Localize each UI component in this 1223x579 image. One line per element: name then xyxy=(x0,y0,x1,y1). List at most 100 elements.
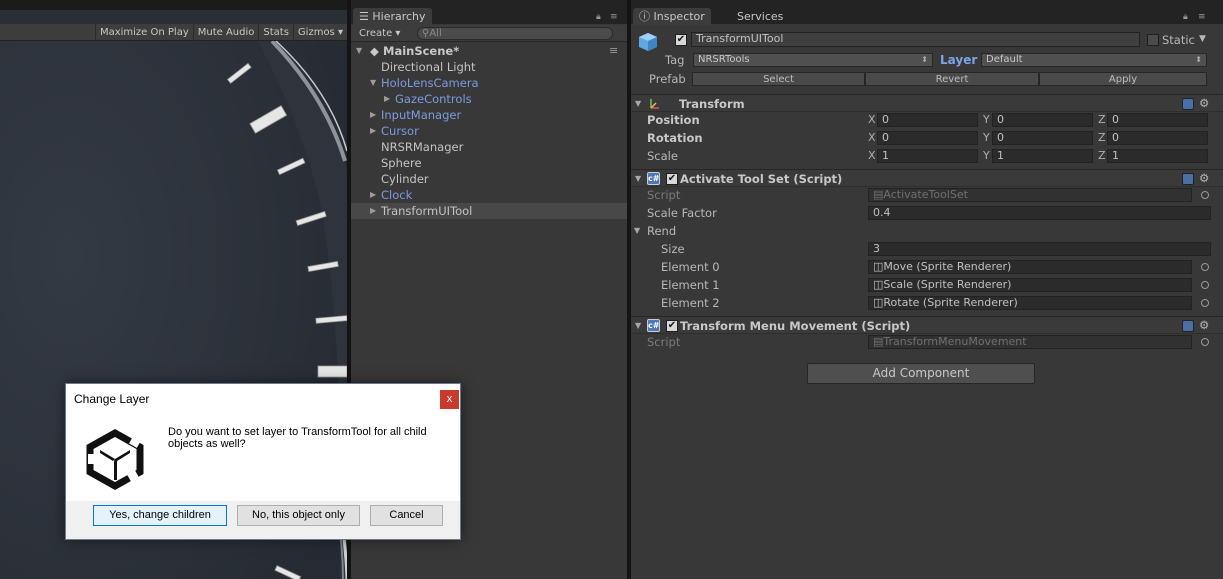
help-book-icon[interactable] xyxy=(1182,98,1194,110)
yes-change-children-button[interactable]: Yes, change children xyxy=(93,505,227,526)
script-row: Script ▤ActivateToolSet xyxy=(631,186,1223,204)
no-this-object-only-button[interactable]: No, this object only xyxy=(237,505,360,526)
dialog-title-bar[interactable]: Change Layer x xyxy=(66,384,460,414)
hierarchy-item[interactable]: NRSRManager xyxy=(351,139,627,155)
transform-component-header[interactable]: ▼ Transform ⚙ xyxy=(631,94,1223,112)
hierarchy-item[interactable]: ▼ HoloLensCamera xyxy=(351,75,627,91)
panel-menu-icon[interactable]: ≡ xyxy=(1198,12,1206,22)
z-value-field[interactable]: 1 xyxy=(1107,149,1208,163)
foldout-arrow-icon[interactable]: ▶ xyxy=(370,107,376,123)
foldout-arrow-icon[interactable]: ▼ xyxy=(634,222,640,240)
object-picker-icon[interactable] xyxy=(1201,281,1209,289)
object-picker-icon[interactable] xyxy=(1201,263,1209,271)
hierarchy-item-label: Sphere xyxy=(381,156,422,170)
hierarchy-item[interactable]: ▶ Clock xyxy=(351,187,627,203)
script-object-field: ▤ActivateToolSet xyxy=(868,188,1192,202)
tab-inspector[interactable]: ⓘ Inspector xyxy=(633,8,711,25)
tab-services[interactable]: Services xyxy=(731,8,789,25)
y-axis-label[interactable]: Y xyxy=(983,111,990,129)
sprite-renderer-object-field[interactable]: ◫Scale (Sprite Renderer) xyxy=(868,278,1192,292)
gizmos-toggle[interactable]: Gizmos ▾ xyxy=(292,23,347,41)
gear-icon[interactable]: ⚙ xyxy=(1199,316,1209,334)
hierarchy-search-input[interactable]: ⚲All xyxy=(417,27,613,40)
hierarchy-item[interactable]: ▶ Cursor xyxy=(351,123,627,139)
z-axis-label[interactable]: Z xyxy=(1098,129,1106,147)
gear-icon[interactable]: ⚙ xyxy=(1199,94,1209,112)
script-row: Script ▤TransformMenuMovement xyxy=(631,333,1223,351)
object-picker-icon xyxy=(1201,338,1209,346)
chevron-down-icon[interactable]: ▼ xyxy=(1199,30,1206,48)
mute-audio-toggle[interactable]: Mute Audio xyxy=(192,23,259,41)
x-value-field[interactable]: 0 xyxy=(877,131,978,145)
prefab-apply-button[interactable]: Apply xyxy=(1039,72,1207,86)
scene-menu-icon[interactable]: ≡ xyxy=(609,43,618,59)
dialog-close-button[interactable]: x xyxy=(440,390,459,409)
rend-element-row: Element 2 ◫Rotate (Sprite Renderer) xyxy=(631,294,1223,312)
close-icon: x xyxy=(446,393,453,405)
gear-icon[interactable]: ⚙ xyxy=(1199,169,1209,187)
x-axis-label[interactable]: X xyxy=(868,129,876,147)
foldout-arrow-icon[interactable]: ▶ xyxy=(370,203,376,219)
y-value-field[interactable]: 1 xyxy=(992,149,1093,163)
scale-factor-field[interactable]: 0.4 xyxy=(868,206,1211,220)
add-component-button[interactable]: Add Component xyxy=(807,363,1035,384)
layer-label: Layer xyxy=(940,53,978,67)
static-checkbox[interactable] xyxy=(1147,34,1159,46)
object-name-field[interactable]: TransformUITool xyxy=(691,32,1140,47)
foldout-arrow-icon[interactable]: ▶ xyxy=(370,123,376,139)
z-value-field[interactable]: 0 xyxy=(1107,113,1208,127)
y-axis-label[interactable]: Y xyxy=(983,147,990,165)
transform-menu-movement-component-header[interactable]: ▼ c# ✔ Transform Menu Movement (Script) … xyxy=(631,316,1223,334)
layer-dropdown[interactable]: Default ⬍ xyxy=(981,53,1207,67)
stats-toggle[interactable]: Stats xyxy=(258,23,293,41)
tag-dropdown[interactable]: NRSRTools ⬍ xyxy=(693,53,933,67)
sprite-renderer-object-field[interactable]: ◫Move (Sprite Renderer) xyxy=(868,260,1192,274)
hierarchy-item-label: HoloLensCamera xyxy=(381,76,479,90)
rend-element-label: Element 0 xyxy=(661,260,720,274)
foldout-arrow-icon[interactable]: ▶ xyxy=(370,187,376,203)
prefab-select-button[interactable]: Select xyxy=(692,72,865,86)
cancel-button[interactable]: Cancel xyxy=(370,505,443,526)
y-axis-label[interactable]: Y xyxy=(983,129,990,147)
z-axis-label[interactable]: Z xyxy=(1098,111,1106,129)
foldout-arrow-icon[interactable]: ▼ xyxy=(370,75,376,91)
prefab-revert-button[interactable]: Revert xyxy=(865,72,1039,86)
lock-icon[interactable]: 🔒︎ xyxy=(596,12,601,22)
size-field[interactable]: 3 xyxy=(868,242,1211,256)
x-value-field[interactable]: 0 xyxy=(877,113,978,127)
lock-icon[interactable]: 🔒︎ xyxy=(1183,12,1188,22)
hierarchy-item[interactable]: Cylinder xyxy=(351,171,627,187)
scene-root[interactable]: ▼ ◆ MainScene* ≡ xyxy=(351,43,627,59)
hierarchy-item[interactable]: ▶ InputManager xyxy=(351,107,627,123)
x-axis-label[interactable]: X xyxy=(868,147,876,165)
sprite-renderer-object-field[interactable]: ◫Rotate (Sprite Renderer) xyxy=(868,296,1192,310)
tab-hierarchy[interactable]: ☰ Hierarchy xyxy=(353,8,432,25)
rend-element-label: Element 1 xyxy=(661,278,720,292)
hierarchy-item[interactable]: Sphere xyxy=(351,155,627,171)
hierarchy-item[interactable]: ▶ GazeControls xyxy=(351,91,627,107)
rend-row[interactable]: ▼ Rend xyxy=(631,222,1223,240)
size-label: Size xyxy=(661,242,685,256)
activate-tool-set-component-header[interactable]: ▼ c# ✔ Activate Tool Set (Script) ⚙ xyxy=(631,169,1223,187)
sprite-renderer-value: Rotate (Sprite Renderer) xyxy=(883,296,1018,309)
hierarchy-item[interactable]: Directional Light xyxy=(351,59,627,75)
active-checkbox[interactable]: ✔ xyxy=(675,34,687,46)
panel-menu-icon[interactable]: ≡ xyxy=(610,12,618,22)
hierarchy-item[interactable]: ▶ TransformUITool xyxy=(351,203,627,219)
rend-element-row: Element 0 ◫Move (Sprite Renderer) xyxy=(631,258,1223,276)
help-book-icon[interactable] xyxy=(1182,320,1194,332)
z-axis-label[interactable]: Z xyxy=(1098,147,1106,165)
create-dropdown[interactable]: Create ▾ xyxy=(359,26,400,41)
component-enabled-checkbox[interactable]: ✔ xyxy=(666,173,678,185)
y-value-field[interactable]: 0 xyxy=(992,131,1093,145)
component-enabled-checkbox[interactable]: ✔ xyxy=(666,320,678,332)
maximize-on-play-toggle[interactable]: Maximize On Play xyxy=(94,23,193,41)
x-axis-label[interactable]: X xyxy=(868,111,876,129)
z-value-field[interactable]: 0 xyxy=(1107,131,1208,145)
object-picker-icon[interactable] xyxy=(1201,299,1209,307)
foldout-arrow-icon[interactable]: ▼ xyxy=(356,43,362,59)
y-value-field[interactable]: 0 xyxy=(992,113,1093,127)
x-value-field[interactable]: 1 xyxy=(877,149,978,163)
help-book-icon[interactable] xyxy=(1182,173,1194,185)
foldout-arrow-icon[interactable]: ▶ xyxy=(384,91,390,107)
